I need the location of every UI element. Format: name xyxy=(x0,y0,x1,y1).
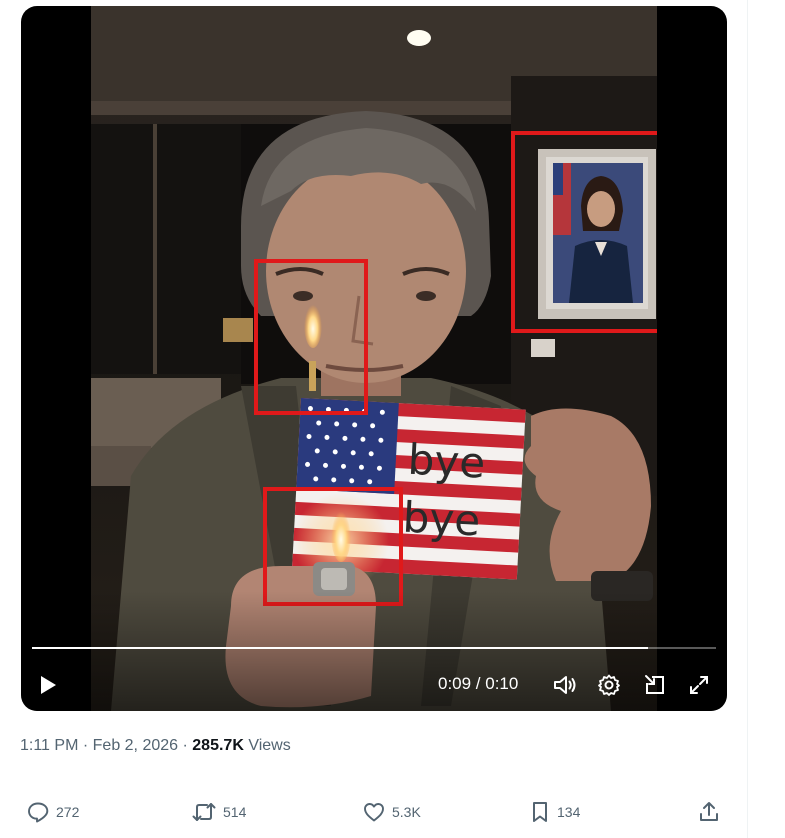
tweet-time[interactable]: 1:11 PM xyxy=(20,737,78,754)
picture-in-picture-icon xyxy=(645,675,664,694)
bookmark-button[interactable]: 134 xyxy=(529,795,580,829)
volume-button[interactable] xyxy=(549,669,581,701)
heart-icon xyxy=(364,803,384,822)
tweet-actions: 272 514 5.3K 134 xyxy=(0,795,747,829)
meta-separator: · xyxy=(82,737,89,754)
like-count: 5.3K xyxy=(392,804,421,820)
play-icon xyxy=(41,676,56,694)
settings-button[interactable] xyxy=(593,669,625,701)
video-player[interactable]: bye bye 0:09 / 0:10 xyxy=(21,6,727,711)
fullscreen-icon xyxy=(690,676,708,694)
reply-count: 272 xyxy=(56,804,80,820)
play-button[interactable] xyxy=(31,668,65,702)
fullscreen-button[interactable] xyxy=(683,669,715,701)
views-label: Views xyxy=(248,737,291,754)
progress-bar[interactable] xyxy=(32,647,716,649)
bookmark-icon xyxy=(533,802,547,822)
meta-separator: · xyxy=(182,737,188,754)
flag-text-line-1: bye xyxy=(407,435,487,488)
bookmark-count: 134 xyxy=(557,804,581,820)
share-icon xyxy=(700,802,718,821)
like-button[interactable]: 5.3K xyxy=(362,795,421,829)
repost-icon xyxy=(192,803,216,821)
video-time: 0:09 / 0:10 xyxy=(438,674,519,693)
timeline-border xyxy=(747,0,748,838)
repost-count: 514 xyxy=(223,804,247,820)
reply-icon xyxy=(28,802,49,823)
tweet-meta: 1:11 PM · Feb 2, 2026 · 285.7K Views xyxy=(20,737,291,755)
flag-text-line-2: bye xyxy=(402,493,482,546)
tweet-date[interactable]: Feb 2, 2026 xyxy=(93,737,178,754)
reply-button[interactable]: 272 xyxy=(26,795,79,829)
repost-button[interactable]: 514 xyxy=(191,795,246,829)
picture-in-picture-button[interactable] xyxy=(639,669,671,701)
share-button[interactable] xyxy=(697,795,727,829)
gear-icon xyxy=(598,674,620,696)
views-count: 285.7K xyxy=(192,737,244,754)
progress-bar-fill xyxy=(32,647,648,649)
volume-icon xyxy=(554,676,576,694)
